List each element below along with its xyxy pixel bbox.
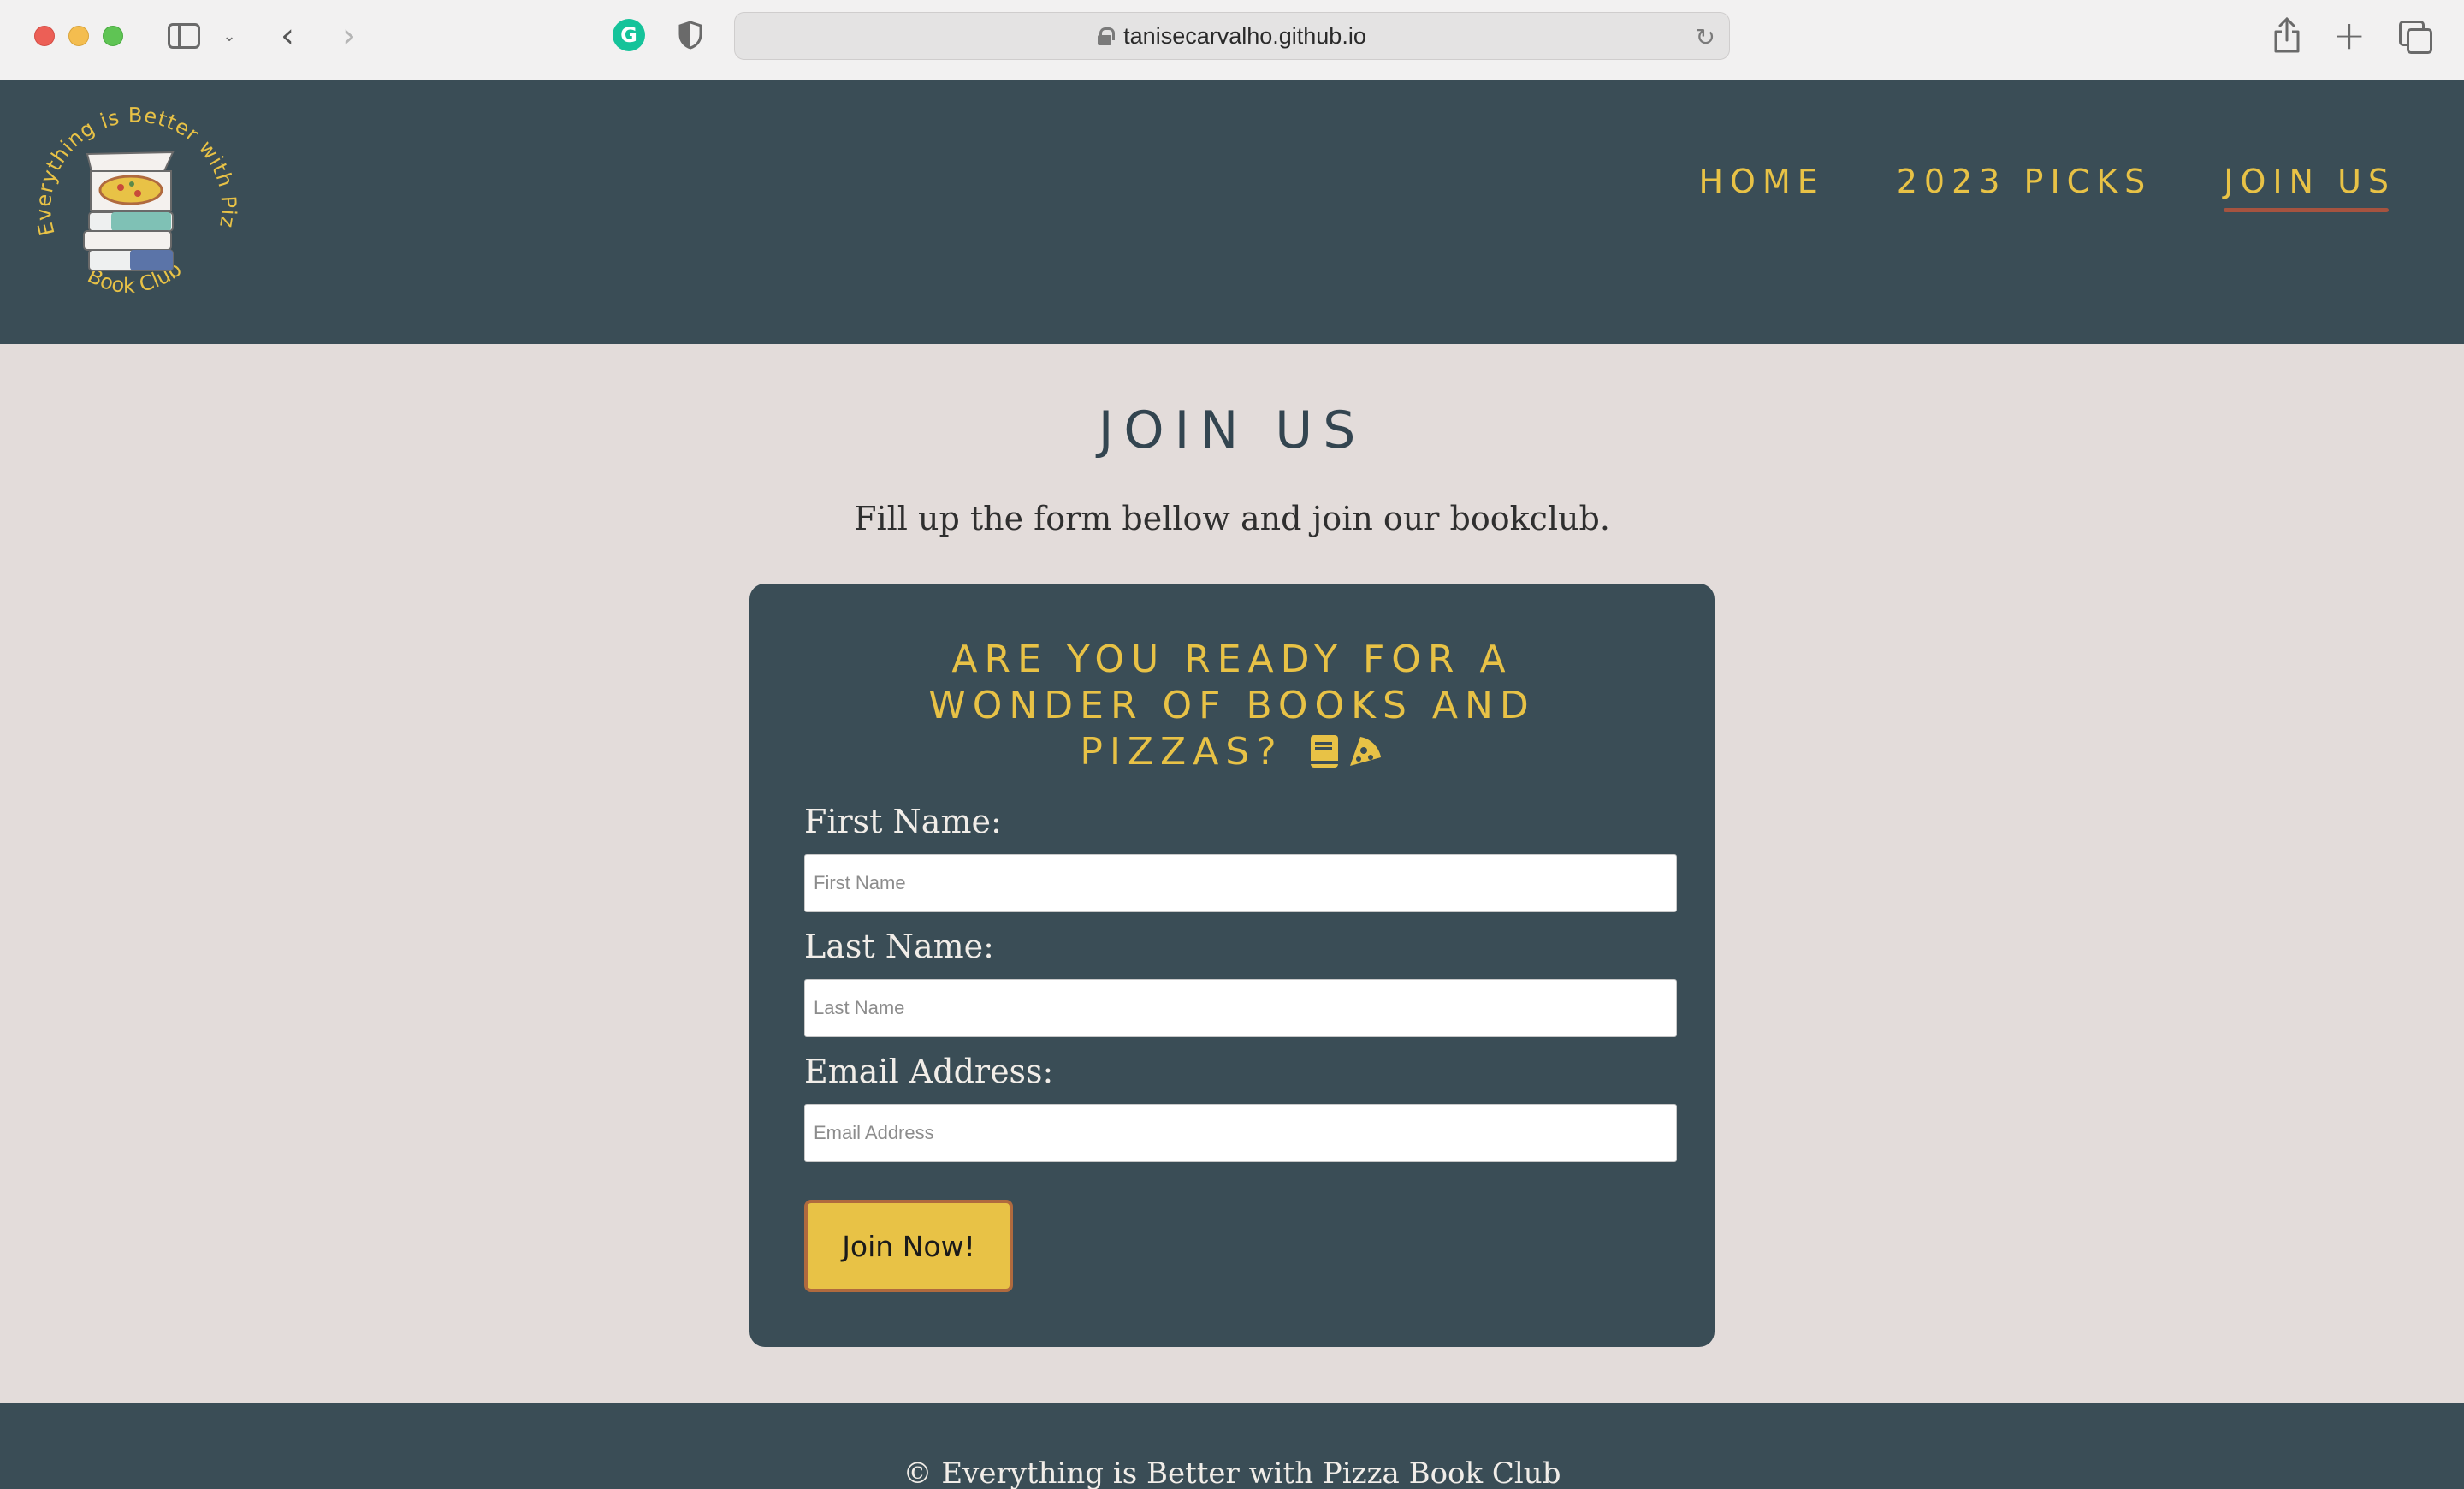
tab-overview-icon[interactable]: [2399, 21, 2432, 54]
signup-form-card: ARE YOU READY FOR A WONDER OF BOOKS AND …: [749, 584, 1715, 1347]
email-label: Email Address:: [804, 1053, 1054, 1090]
email-input[interactable]: [804, 1104, 1677, 1162]
new-tab-icon[interactable]: +: [2332, 12, 2366, 58]
nav-join-us[interactable]: JOIN US: [2224, 163, 2396, 212]
form-heading-line2: WONDER OF BOOKS AND: [928, 684, 1536, 727]
site-header: Everything is Better with Pizza Book Clu…: [0, 74, 2464, 344]
page-subtitle: Fill up the form bellow and join our boo…: [854, 500, 1610, 537]
nav-2023-picks[interactable]: 2023 PICKS: [1897, 163, 2152, 207]
forward-button[interactable]: ›: [334, 16, 364, 56]
join-now-button[interactable]: Join Now!: [804, 1200, 1013, 1292]
first-name-input[interactable]: [804, 854, 1677, 912]
browser-toolbar: ⌄ ‹ › G tanisecarvalho.github.io ↻ +: [0, 0, 2464, 80]
privacy-shield-icon[interactable]: [678, 21, 703, 50]
close-window-button[interactable]: [34, 26, 55, 46]
sidebar-toggle-icon[interactable]: [168, 23, 200, 49]
pizza-icon: [1347, 733, 1384, 780]
lock-icon: [1098, 27, 1116, 45]
url-text: tanisecarvalho.github.io: [1123, 22, 1366, 49]
chevron-down-icon[interactable]: ⌄: [221, 24, 238, 48]
site-footer: © Everything is Better with Pizza Book C…: [0, 1403, 2464, 1489]
page-title: JOIN US: [1098, 400, 1366, 460]
form-heading: ARE YOU READY FOR A WONDER OF BOOKS AND …: [749, 637, 1715, 780]
footer-copyright: © Everything is Better with Pizza Book C…: [903, 1456, 1561, 1489]
last-name-label: Last Name:: [804, 928, 994, 965]
last-name-input[interactable]: [804, 979, 1677, 1037]
form-heading-line1: ARE YOU READY FOR A: [951, 638, 1513, 681]
back-button[interactable]: ‹: [272, 16, 303, 56]
address-bar[interactable]: tanisecarvalho.github.io ↻: [734, 12, 1730, 60]
first-name-label: First Name:: [804, 803, 1002, 840]
grammarly-extension-icon[interactable]: G: [613, 19, 645, 51]
nav-home[interactable]: HOME: [1698, 163, 1824, 207]
reload-icon[interactable]: ↻: [1696, 23, 1715, 51]
zoom-window-button[interactable]: [103, 26, 123, 46]
form-heading-line3: PIZZAS?: [1080, 730, 1283, 774]
share-icon[interactable]: [2271, 15, 2303, 55]
minimize-window-button[interactable]: [68, 26, 89, 46]
book-icon: [1307, 733, 1342, 780]
book-club-logo[interactable]: Everything is Better with Pizza Book Clu…: [14, 74, 243, 315]
main-nav: HOME 2023 PICKS JOIN US: [1698, 163, 2396, 212]
